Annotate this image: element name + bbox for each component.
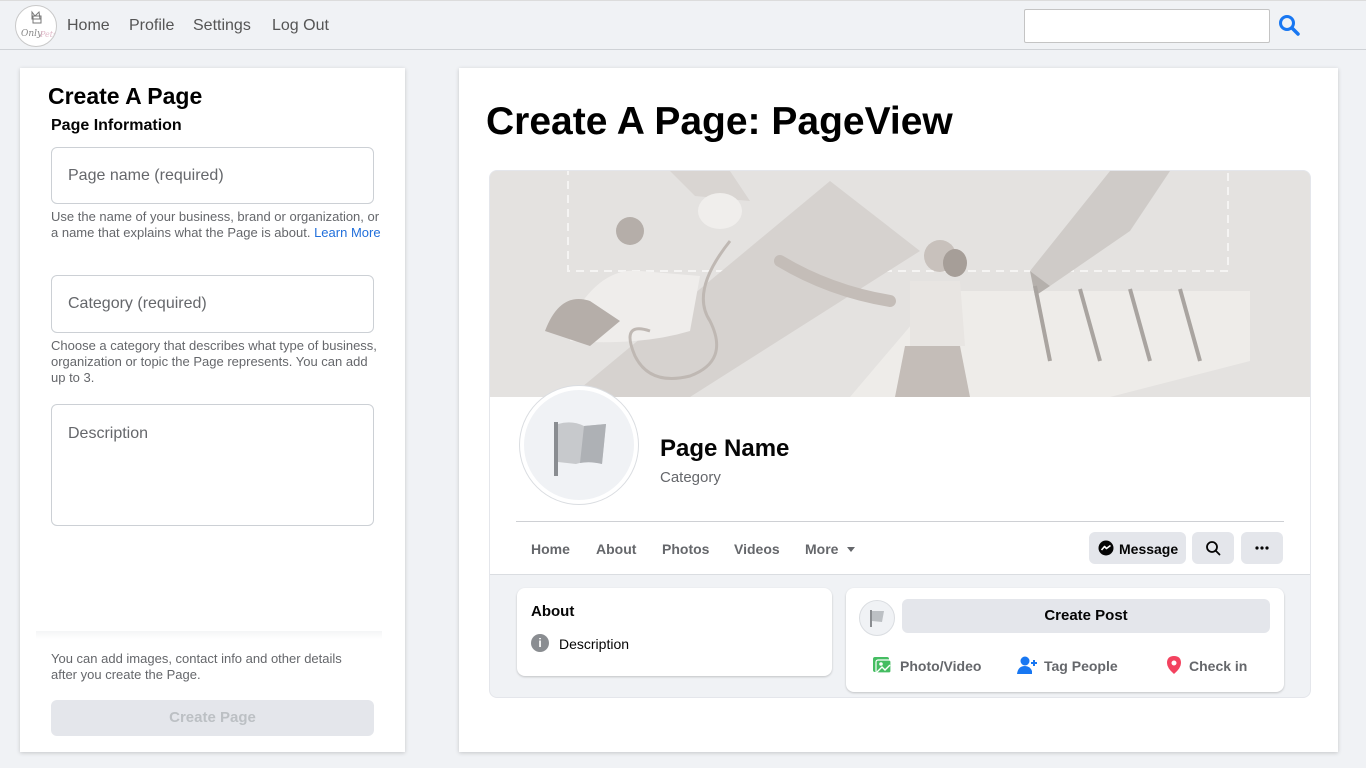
flag-icon (554, 422, 606, 476)
messenger-icon (1098, 540, 1114, 556)
category-input[interactable] (51, 275, 374, 333)
nav-logout-link[interactable]: Log Out (272, 17, 329, 35)
create-post-button[interactable]: Create Post (902, 599, 1270, 633)
tab-home[interactable]: Home (531, 541, 570, 557)
footer-divider (36, 631, 382, 639)
footer-note: You can add images, contact info and oth… (51, 651, 342, 682)
page-search-button[interactable] (1192, 532, 1234, 564)
page-category: Category (660, 469, 721, 486)
nav-profile-link[interactable]: Profile (129, 17, 174, 35)
flag-icon (870, 610, 884, 627)
create-page-form: Create A Page Page Information Use the n… (20, 68, 405, 752)
location-pin-icon (1167, 656, 1181, 674)
tabs-divider (516, 521, 1284, 522)
search-icon (1206, 541, 1221, 556)
form-title: Create A Page (48, 83, 203, 109)
message-button[interactable]: Message (1089, 532, 1186, 564)
post-avatar (859, 600, 895, 636)
photo-icon (873, 657, 892, 674)
page-name-input[interactable] (51, 147, 374, 204)
tab-more-label: More (805, 541, 839, 557)
check-in-label: Check in (1189, 658, 1248, 674)
about-description: Description (559, 636, 630, 652)
message-button-label: Message (1119, 541, 1179, 557)
nav-home-link[interactable]: Home (67, 17, 110, 35)
tag-people-label: Tag People (1044, 658, 1118, 674)
tab-videos[interactable]: Videos (734, 541, 780, 557)
ellipsis-icon (1255, 546, 1269, 550)
create-post-card: Create Post Photo/Video Tag People Check… (846, 588, 1284, 692)
logo[interactable]: Only Pets (15, 5, 57, 47)
svg-text:Pets: Pets (39, 30, 57, 39)
cover-photo (490, 171, 1310, 397)
photo-video-label: Photo/Video (900, 658, 982, 674)
page-name-heading: Page Name (660, 435, 790, 462)
preview-title: Create A Page: PageView (486, 100, 953, 143)
search-input[interactable] (1024, 9, 1270, 43)
category-help: Choose a category that describes what ty… (51, 338, 377, 385)
description-textarea[interactable] (51, 404, 374, 526)
about-card: About i Description (517, 588, 832, 676)
create-page-button[interactable]: Create Page (51, 700, 374, 736)
learn-more-link[interactable]: Learn More (314, 225, 380, 240)
tab-about[interactable]: About (596, 541, 636, 557)
chevron-down-icon (847, 547, 856, 553)
about-title: About (531, 603, 575, 620)
tab-more[interactable]: More (805, 541, 856, 557)
nav-settings-link[interactable]: Settings (193, 17, 251, 35)
form-section-title: Page Information (51, 117, 182, 134)
info-icon: i (531, 634, 549, 652)
profile-picture (520, 386, 638, 504)
tag-people-icon (1017, 656, 1037, 674)
search-icon[interactable] (1277, 13, 1301, 37)
tab-photos[interactable]: Photos (662, 541, 709, 557)
page-preview-panel: Create A Page: PageView Page Name Catego… (459, 68, 1338, 752)
page-name-help: Use the name of your business, brand or … (51, 209, 381, 241)
page-preview: Page Name Category Home About Photos Vid… (489, 170, 1311, 698)
top-nav: Only Pets Home Profile Settings Log Out (0, 0, 1366, 50)
more-options-button[interactable] (1241, 532, 1283, 564)
